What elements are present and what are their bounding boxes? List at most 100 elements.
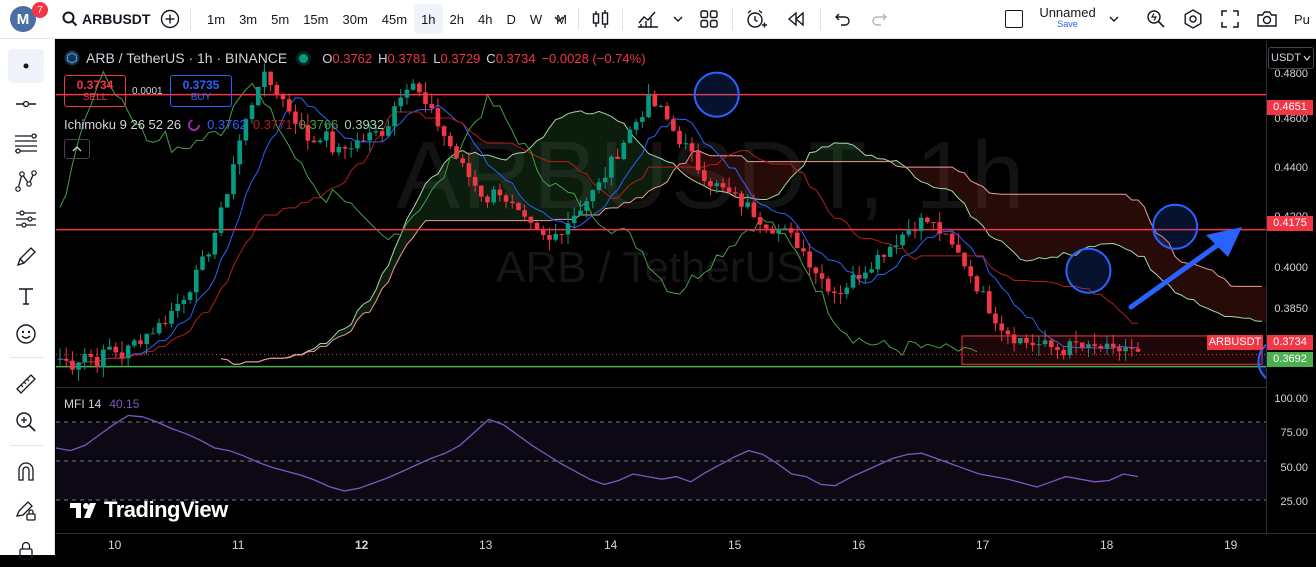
interval-button-15m[interactable]: 15m — [296, 4, 335, 34]
replay-button[interactable] — [786, 9, 806, 32]
prediction-tool-button[interactable] — [8, 202, 44, 236]
divider — [10, 357, 44, 358]
ichimoku-cloud-segment — [933, 167, 940, 189]
forecast-icon — [16, 210, 36, 228]
compare-symbol-button[interactable] — [160, 9, 180, 29]
snapshot-button[interactable] — [1256, 9, 1278, 32]
drawing-toolbar — [0, 39, 55, 560]
layout-checkbox[interactable] — [1005, 10, 1023, 28]
chart-pane[interactable]: ARBUSDT, 1h ARB / TetherUS USDT 0.4800 0… — [56, 41, 1316, 555]
currency-selector[interactable]: USDT — [1268, 47, 1314, 69]
ichimoku-label: Ichimoku 9 26 52 26 — [64, 117, 182, 132]
layouts-button[interactable] — [699, 9, 719, 32]
ichimoku-cloud-segment — [939, 167, 946, 189]
magnet-tool-button[interactable] — [8, 455, 44, 489]
candle-body — [187, 292, 193, 300]
sell-button[interactable]: 0.3734 SELL — [64, 75, 126, 107]
resistance-top-tag: 0.4651 — [1267, 100, 1313, 115]
candle-body — [119, 352, 125, 359]
candle-body — [726, 187, 732, 193]
candles-icon — [592, 10, 609, 28]
quick-search-button[interactable] — [1145, 8, 1167, 33]
text-tool-button[interactable] — [8, 279, 44, 313]
candle-body — [621, 142, 627, 159]
ichimoku-cloud-segment — [1119, 194, 1126, 249]
candle-body — [652, 94, 658, 107]
candle-body — [330, 131, 335, 153]
interval-button-d[interactable]: D — [499, 4, 522, 34]
candle-body — [274, 84, 280, 96]
candle-body — [163, 322, 168, 324]
zoom-tool-button[interactable] — [8, 405, 44, 439]
time-axis-label: 11 — [232, 538, 245, 552]
candle-body — [466, 163, 472, 178]
candle-body — [547, 235, 552, 240]
undo-icon — [835, 13, 850, 26]
mfi-chart[interactable] — [56, 388, 1266, 534]
candle-body — [956, 244, 961, 253]
fullscreen-button[interactable] — [1220, 9, 1240, 32]
measure-tool-button[interactable] — [8, 367, 44, 401]
price-chart[interactable] — [56, 41, 1266, 387]
ichimoku-cloud-segment — [599, 111, 606, 216]
fib-tool-button[interactable] — [8, 126, 44, 160]
candle-body — [57, 358, 63, 360]
candle-body — [423, 92, 428, 105]
interval-button-w[interactable]: W — [523, 4, 549, 34]
trendline-tool-button[interactable] — [8, 87, 44, 121]
candle-body — [88, 354, 94, 357]
layout-name-button[interactable]: Unnamed Save — [1030, 5, 1105, 29]
lock-button[interactable] — [8, 533, 44, 567]
redo-button[interactable] — [870, 9, 890, 32]
ichimoku-legend[interactable]: Ichimoku 9 26 52 26 0.3762 0.3771 0.3766… — [64, 117, 384, 132]
ichimoku-cloud-segment — [1199, 266, 1207, 308]
interval-button-1h[interactable]: 1h — [414, 4, 443, 34]
pencil-lock-icon — [15, 501, 36, 521]
ichimoku-cloud-segment — [846, 143, 854, 162]
ichimoku-cloud-segment — [369, 289, 376, 313]
collapse-legend-button[interactable] — [64, 139, 90, 159]
layout-dropdown-button[interactable] — [1108, 13, 1120, 28]
ichimoku-cloud-segment — [561, 113, 569, 220]
candle-body — [658, 105, 664, 107]
alert-button[interactable] — [745, 8, 767, 33]
candle-body — [745, 202, 750, 207]
interval-button-30m[interactable]: 30m — [335, 4, 374, 34]
icon-tool-button[interactable] — [8, 317, 44, 351]
ichimoku-cloud-segment — [1014, 194, 1021, 260]
indicators-dropdown-button[interactable] — [672, 13, 684, 28]
text-icon — [19, 288, 33, 305]
candles-chart-type-button[interactable] — [590, 8, 612, 33]
symbol-legend[interactable]: ARB / TetherUS · 1h · BINANCE O 0.3762 H… — [64, 50, 646, 66]
market-status-dot — [299, 53, 309, 63]
interval-dropdown-button[interactable] — [553, 8, 569, 30]
pattern-tool-button[interactable] — [8, 164, 44, 198]
buy-button[interactable]: 0.3735 BUY — [170, 75, 232, 107]
tradingview-logo[interactable]: TradingView — [68, 497, 228, 523]
interval-button-5m[interactable]: 5m — [264, 4, 296, 34]
settings-button[interactable] — [1182, 8, 1204, 33]
symbol-search[interactable]: ARBUSDT — [62, 4, 150, 34]
ichimoku-cloud-segment — [468, 152, 476, 221]
tradingview-wordmark: TradingView — [104, 497, 228, 522]
interval-button-4h[interactable]: 4h — [471, 4, 499, 34]
interval-button-1m[interactable]: 1m — [200, 4, 232, 34]
interval-button-3m[interactable]: 3m — [232, 4, 264, 34]
time-axis-label: 19 — [1224, 538, 1238, 552]
lock-drawings-button[interactable] — [8, 494, 44, 528]
cursor-tool-button[interactable] — [8, 49, 44, 83]
notification-badge[interactable]: 7 — [32, 2, 48, 18]
candle-body — [794, 232, 800, 249]
interval-button-45m[interactable]: 45m — [375, 4, 414, 34]
interval-button-2h[interactable]: 2h — [443, 4, 471, 34]
undo-button[interactable] — [832, 9, 852, 32]
candle-body — [751, 202, 757, 218]
indicators-button[interactable] — [636, 8, 660, 33]
ichimoku-cloud-segment — [574, 110, 581, 220]
time-axis[interactable] — [56, 533, 1316, 556]
ichimoku-cloud-segment — [766, 161, 773, 200]
candle-body — [863, 272, 868, 279]
publish-button[interactable]: Pu — [1294, 4, 1316, 34]
brush-tool-button[interactable] — [8, 240, 44, 274]
mfi-legend[interactable]: MFI 14 40.15 — [64, 397, 139, 411]
